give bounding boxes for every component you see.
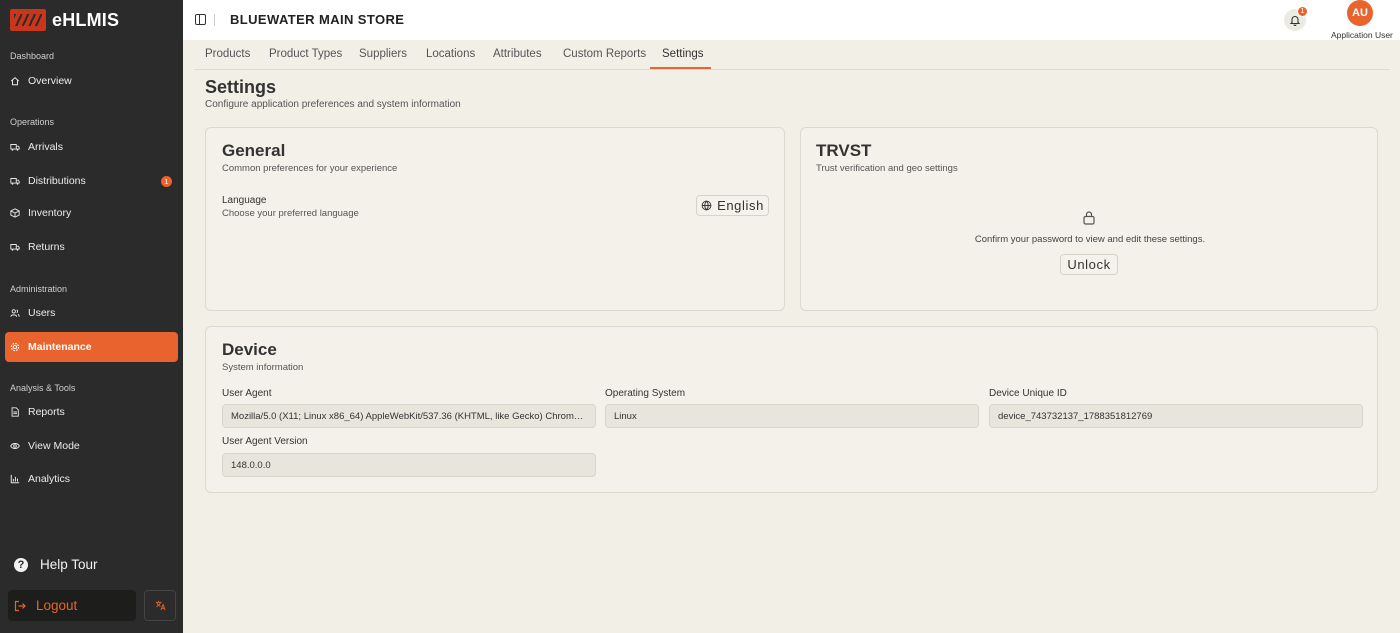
tab-custom-reports[interactable]: Custom Reports [563, 48, 646, 60]
general-card: General Common preferences for your expe… [205, 127, 785, 311]
os-label: Operating System [605, 388, 686, 399]
active-tab-indicator [650, 67, 711, 69]
user-agent-field[interactable]: Mozilla/5.0 (X11; Linux x86_64) AppleWeb… [222, 404, 596, 428]
ua-version-field[interactable]: 148.0.0.0 [222, 453, 596, 477]
maintenance-tabs: Products Product Types Suppliers Locatio… [194, 41, 1390, 70]
help-tour-label: Help Tour [40, 557, 98, 572]
trvst-card: TRVST Trust verification and geo setting… [800, 127, 1378, 311]
eye-icon [10, 443, 20, 449]
tab-products[interactable]: Products [205, 48, 250, 60]
users-icon [10, 309, 20, 317]
sidebar-item-label: Inventory [28, 207, 72, 219]
device-id-field[interactable]: device_743732137_1788351812769 [989, 404, 1363, 428]
avatar[interactable]: AU [1347, 0, 1373, 26]
top-header: BLUEWATER MAIN STORE 1 AU Application Us… [183, 0, 1400, 40]
globe-icon [701, 200, 712, 211]
app-logo [10, 9, 46, 31]
truck-icon [10, 244, 20, 251]
tab-attributes[interactable]: Attributes [493, 48, 542, 60]
sidebar-item-label: Distributions [28, 175, 86, 187]
language-description: Choose your preferred language [222, 208, 359, 219]
translate-icon [155, 600, 166, 611]
device-id-value: device_743732137_1788351812769 [998, 410, 1153, 422]
home-icon [10, 76, 20, 86]
header-divider [214, 14, 215, 26]
trvst-message: Confirm your password to view and edit t… [974, 234, 1206, 245]
tab-locations[interactable]: Locations [426, 48, 475, 60]
section-title-administration: Administration [10, 284, 68, 294]
user-agent-value: Mozilla/5.0 (X11; Linux x86_64) AppleWeb… [231, 410, 587, 422]
logout-icon [14, 600, 26, 611]
sidebar-item-arrivals[interactable]: Arrivals [5, 132, 178, 162]
sidebar-item-label: Maintenance [28, 341, 92, 353]
sidebar-item-label: Analytics [28, 473, 71, 485]
os-field[interactable]: Linux [605, 404, 979, 428]
section-title-dashboard: Dashboard [10, 51, 55, 61]
general-title: General [222, 141, 286, 160]
truck-icon [10, 144, 20, 151]
sidebar: eHLMIS Dashboard Overview Operations Arr… [0, 0, 183, 633]
gear-icon [10, 342, 20, 352]
help-tour-button[interactable]: ? Help Tour [14, 557, 98, 572]
store-name: BLUEWATER MAIN STORE [230, 12, 405, 27]
document-icon [11, 407, 19, 417]
brand[interactable]: eHLMIS [10, 8, 119, 32]
sidebar-item-label: Users [28, 307, 56, 319]
language-value: English [717, 198, 764, 213]
tab-product-types[interactable]: Product Types [269, 48, 342, 60]
logout-button[interactable]: Logout [8, 590, 136, 621]
section-title-operations: Operations [10, 117, 55, 127]
device-id-label: Device Unique ID [989, 388, 1067, 399]
general-subtitle: Common preferences for your experience [222, 163, 398, 174]
trvst-subtitle: Trust verification and geo settings [816, 163, 958, 174]
user-name: Application User [1331, 30, 1393, 40]
sidebar-item-label: Returns [28, 241, 65, 253]
sidebar-item-inventory[interactable]: Inventory [5, 198, 178, 228]
page-subtitle: Configure application preferences and sy… [205, 99, 461, 110]
sidebar-item-distributions[interactable]: Distributions 1 [5, 166, 178, 196]
section-title-analysis-tools: Analysis & Tools [10, 383, 76, 393]
truck-icon [10, 178, 20, 185]
logout-label: Logout [36, 598, 78, 613]
sidebar-item-label: View Mode [28, 440, 80, 452]
help-icon: ? [14, 557, 28, 572]
language-switch-button[interactable] [144, 590, 176, 621]
ua-version-label: User Agent Version [222, 436, 308, 447]
device-subtitle: System information [222, 362, 304, 373]
sidebar-item-analytics[interactable]: Analytics [5, 464, 178, 494]
user-agent-label: User Agent [222, 388, 272, 399]
sidebar-item-maintenance[interactable]: Maintenance [5, 332, 178, 362]
sidebar-toggle-icon[interactable] [195, 14, 206, 25]
sidebar-item-label: Overview [28, 75, 72, 87]
distributions-badge: 1 [161, 176, 172, 187]
sidebar-item-reports[interactable]: Reports [5, 397, 178, 427]
device-title: Device [222, 340, 277, 359]
trvst-title: TRVST [816, 141, 872, 160]
sidebar-item-users[interactable]: Users [5, 298, 178, 328]
page-title: Settings [205, 77, 277, 97]
sidebar-item-returns[interactable]: Returns [5, 232, 178, 262]
unlock-button[interactable]: Unlock [1060, 254, 1118, 275]
tab-settings[interactable]: Settings [662, 48, 704, 60]
tab-suppliers[interactable]: Suppliers [359, 48, 407, 60]
app-name: eHLMIS [52, 9, 120, 30]
device-card: Device System information User Agent Moz… [205, 326, 1378, 493]
os-value: Linux [614, 410, 637, 422]
ua-version-value: 148.0.0.0 [231, 459, 271, 471]
sidebar-item-overview[interactable]: Overview [5, 66, 178, 96]
lock-icon [1083, 211, 1095, 225]
language-select-button[interactable]: English [696, 195, 769, 216]
sidebar-item-label: Reports [28, 406, 65, 418]
sidebar-item-view-mode[interactable]: View Mode [5, 431, 178, 461]
notification-badge: 1 [1297, 6, 1308, 17]
bar-chart-icon [10, 474, 20, 484]
box-icon [10, 208, 20, 218]
language-label: Language [222, 195, 267, 206]
sidebar-item-label: Arrivals [28, 141, 64, 153]
